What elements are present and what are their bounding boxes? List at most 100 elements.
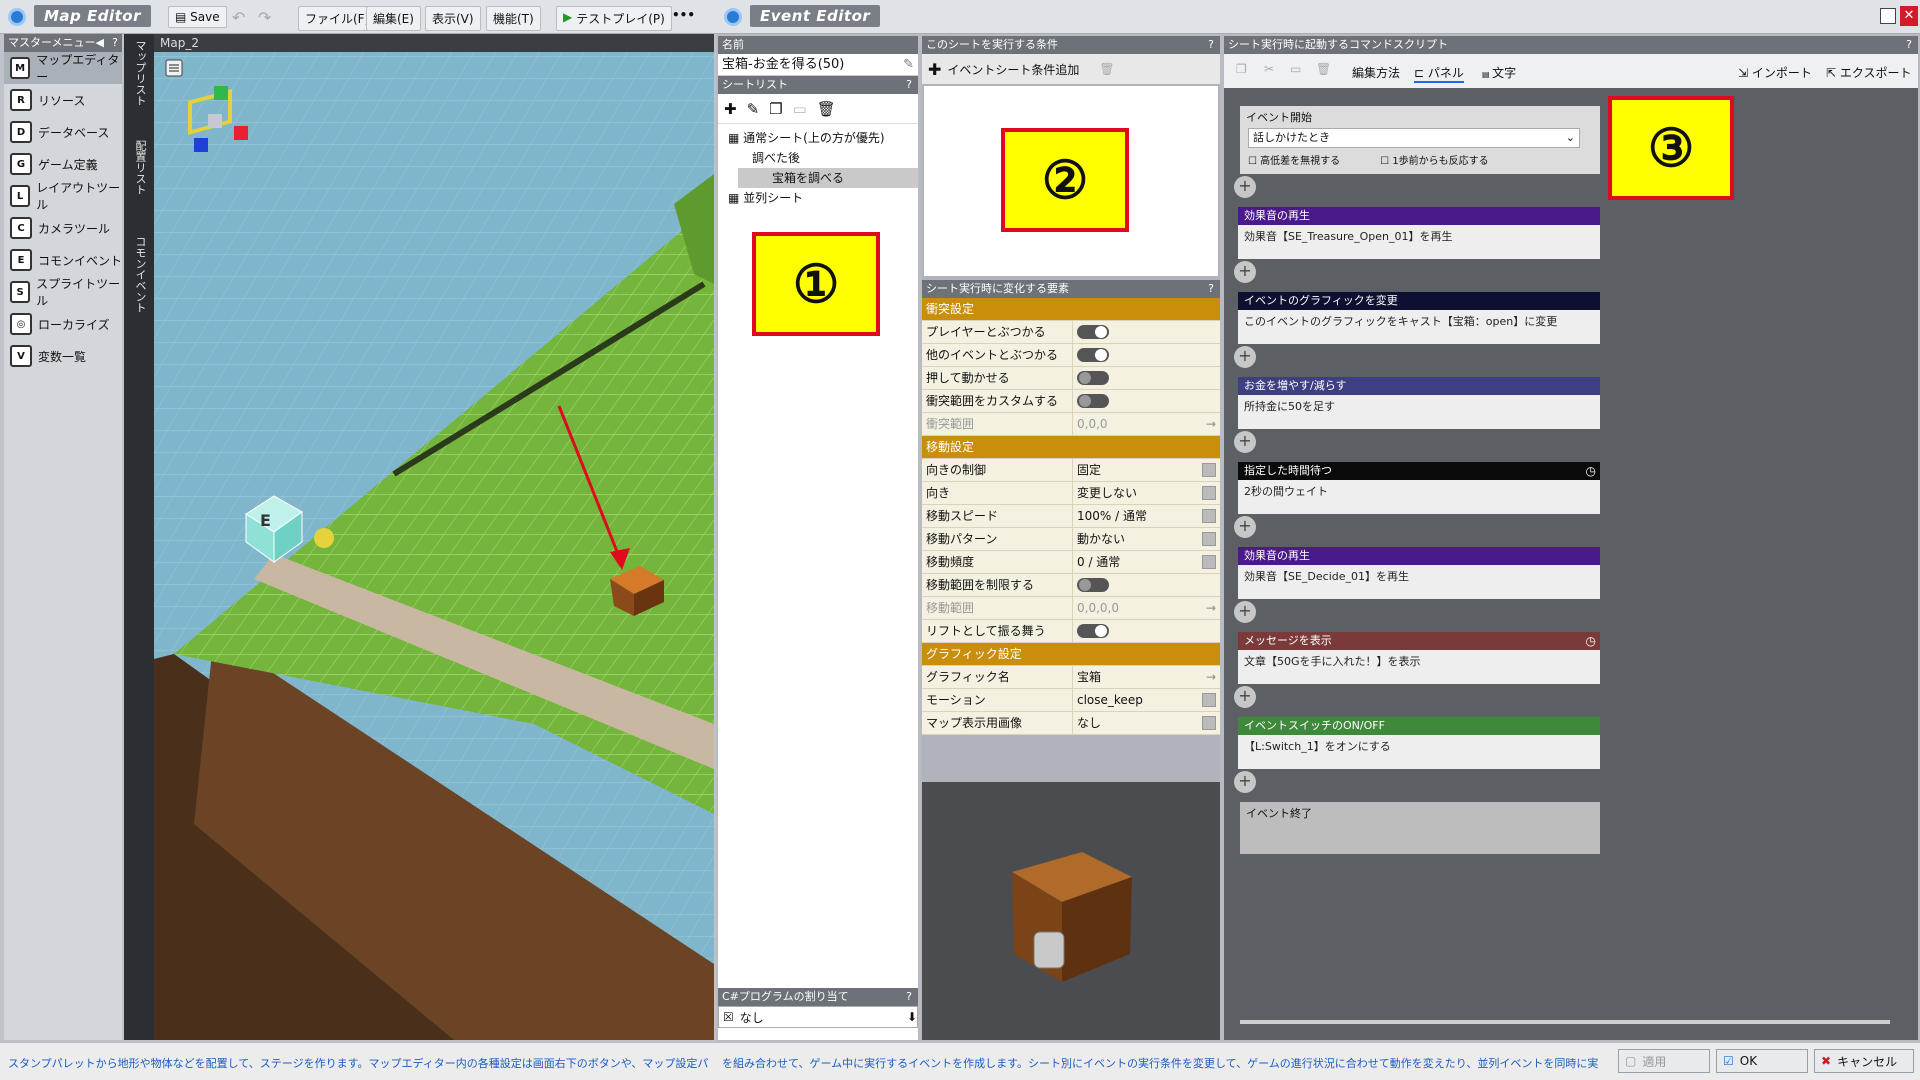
help-icon[interactable]: ? bbox=[906, 988, 912, 1006]
command-block[interactable]: イベントのグラフィックを変更 このイベントのグラフィックをキャスト【宝箱：open… bbox=[1238, 292, 1600, 344]
property-row[interactable]: プレイヤーとぶつかる bbox=[922, 321, 1220, 344]
toggle-switch[interactable] bbox=[1077, 371, 1109, 385]
tab-map-list[interactable]: マップリスト bbox=[124, 34, 156, 134]
redo-icon[interactable]: ↷ bbox=[258, 8, 271, 27]
tab-placement-list[interactable]: 配置リスト bbox=[124, 134, 156, 230]
command-block[interactable]: お金を増やす/減らす 所持金に50を足す bbox=[1238, 377, 1600, 429]
property-value[interactable] bbox=[1073, 321, 1220, 343]
insert-command-button[interactable]: + bbox=[1234, 346, 1256, 368]
paste-icon[interactable]: ▭ bbox=[1290, 62, 1301, 76]
property-row[interactable]: 移動範囲を制限する bbox=[922, 574, 1220, 597]
undo-icon[interactable]: ↶ bbox=[232, 8, 245, 27]
tab-common-event[interactable]: コモンイベント bbox=[124, 230, 156, 340]
command-block[interactable]: 効果音の再生 効果音【SE_Treasure_Open_01】を再生 bbox=[1238, 207, 1600, 259]
property-value[interactable]: 0 / 通常 bbox=[1073, 551, 1220, 573]
insert-command-button[interactable]: + bbox=[1234, 176, 1256, 198]
ok-button[interactable]: ☑ OK bbox=[1716, 1049, 1808, 1073]
property-value[interactable] bbox=[1073, 390, 1220, 412]
copy-icon[interactable]: ❐ bbox=[1236, 62, 1247, 76]
master-menu-item[interactable]: E コモンイベント bbox=[4, 244, 122, 276]
ignore-height-checkbox[interactable]: ☐ 高低差を無視する bbox=[1248, 152, 1340, 167]
property-value[interactable] bbox=[1073, 344, 1220, 366]
one-step-checkbox[interactable]: ☐ 1歩前からも反応する bbox=[1380, 152, 1489, 167]
insert-command-button[interactable]: + bbox=[1234, 516, 1256, 538]
master-menu-item[interactable]: V 変数一覧 bbox=[4, 340, 122, 372]
property-value[interactable]: 動かない bbox=[1073, 528, 1220, 550]
collapse-icon[interactable]: ◀ bbox=[96, 34, 104, 52]
import-button[interactable]: ⇲ インポート bbox=[1738, 64, 1812, 81]
apply-button[interactable]: ▢ 適用 bbox=[1618, 1049, 1710, 1073]
property-value[interactable]: 0,0,0 → bbox=[1073, 413, 1220, 435]
insert-command-button[interactable]: + bbox=[1234, 686, 1256, 708]
property-value[interactable]: close_keep bbox=[1073, 689, 1220, 711]
property-row[interactable]: 移動スピード 100% / 通常 bbox=[922, 505, 1220, 528]
testplay-button[interactable]: ▶ テストプレイ(P) bbox=[556, 6, 672, 31]
menu-view[interactable]: 表示(V) bbox=[425, 6, 481, 31]
add-condition-button[interactable]: ✚ イベントシート条件追加 🗑 bbox=[922, 54, 1220, 84]
property-value[interactable]: 固定 bbox=[1073, 459, 1220, 481]
property-row[interactable]: マップ表示用画像 なし bbox=[922, 712, 1220, 735]
sheet-inspect-chest[interactable]: 宝箱を調べる bbox=[738, 168, 918, 188]
property-row[interactable]: 押して動かせる bbox=[922, 367, 1220, 390]
map-viewport[interactable]: E Map_2 bbox=[154, 34, 714, 1040]
toggle-switch[interactable] bbox=[1077, 348, 1109, 362]
property-row[interactable]: 向きの制御 固定 bbox=[922, 459, 1220, 482]
property-row[interactable]: 衝突範囲 0,0,0 → bbox=[922, 413, 1220, 436]
property-row[interactable]: 移動頻度 0 / 通常 bbox=[922, 551, 1220, 574]
command-block[interactable]: 指定した時間待つ ◷ 2秒の間ウェイト bbox=[1238, 462, 1600, 514]
window-close-button[interactable]: ✕ bbox=[1900, 6, 1918, 26]
master-menu-item[interactable]: S スプライトツール bbox=[4, 276, 122, 308]
property-value[interactable]: 変更しない bbox=[1073, 482, 1220, 504]
property-row[interactable]: 移動範囲 0,0,0,0 → bbox=[922, 597, 1220, 620]
property-value[interactable] bbox=[1073, 367, 1220, 389]
master-menu-item[interactable]: R リソース bbox=[4, 84, 122, 116]
trash-icon[interactable]: 🗑 bbox=[1316, 62, 1331, 76]
insert-command-button[interactable]: + bbox=[1234, 431, 1256, 453]
insert-command-button[interactable]: + bbox=[1234, 601, 1256, 623]
toggle-switch[interactable] bbox=[1077, 578, 1109, 592]
help-icon[interactable]: ? bbox=[906, 76, 912, 94]
menu-edit[interactable]: 編集(E) bbox=[366, 6, 421, 31]
property-row[interactable]: 移動パターン 動かない bbox=[922, 528, 1220, 551]
menu-file[interactable]: ファイル(F) bbox=[298, 6, 377, 31]
cancel-button[interactable]: ✖ キャンセル bbox=[1814, 1049, 1914, 1073]
property-row[interactable]: リフトとして振る舞う bbox=[922, 620, 1220, 643]
master-menu-item[interactable]: D データベース bbox=[4, 116, 122, 148]
property-row[interactable]: 向き 変更しない bbox=[922, 482, 1220, 505]
property-value[interactable]: なし bbox=[1073, 712, 1220, 734]
help-icon[interactable]: ? bbox=[112, 34, 118, 52]
cut-icon[interactable]: ✂ bbox=[1264, 62, 1274, 76]
csharp-select[interactable]: ☒ なし ⬇ bbox=[718, 1006, 918, 1028]
copy-icon[interactable]: ❐ bbox=[769, 100, 782, 118]
property-row[interactable]: 衝突範囲をカスタムする bbox=[922, 390, 1220, 413]
export-button[interactable]: ⇱ エクスポート bbox=[1826, 64, 1912, 81]
master-menu-item[interactable]: L レイアウトツール bbox=[4, 180, 122, 212]
insert-command-button[interactable]: + bbox=[1234, 261, 1256, 283]
property-row[interactable]: 他のイベントとぶつかる bbox=[922, 344, 1220, 367]
property-value[interactable]: 100% / 通常 bbox=[1073, 505, 1220, 527]
edit-icon[interactable]: ✎ bbox=[747, 100, 760, 118]
tab-panel[interactable]: ⊏ パネル bbox=[1414, 64, 1464, 83]
horizontal-scrollbar[interactable] bbox=[1240, 1020, 1890, 1024]
command-block[interactable]: イベントスイッチのON/OFF 【L:Switch_1】をオンにする bbox=[1238, 717, 1600, 769]
event-name-field[interactable]: 宝箱-お金を得る(50) ✎ bbox=[718, 54, 918, 76]
property-value[interactable]: 宝箱 → bbox=[1073, 666, 1220, 688]
toggle-switch[interactable] bbox=[1077, 624, 1109, 638]
toggle-switch[interactable] bbox=[1077, 325, 1109, 339]
help-icon[interactable]: ? bbox=[1208, 280, 1214, 298]
maximize-button[interactable] bbox=[1880, 8, 1896, 24]
trigger-select[interactable]: 話しかけたとき ⌄ bbox=[1248, 128, 1580, 148]
property-row[interactable]: モーション close_keep bbox=[922, 689, 1220, 712]
trash-icon[interactable]: 🗑 bbox=[817, 100, 836, 118]
edit-pencil-icon[interactable]: ✎ bbox=[903, 54, 914, 76]
command-block[interactable]: 効果音の再生 効果音【SE_Decide_01】を再生 bbox=[1238, 547, 1600, 599]
sheet-after-inspect[interactable]: 調べた後 bbox=[718, 148, 918, 168]
save-button[interactable]: ▤ Save bbox=[168, 6, 227, 28]
property-value[interactable]: 0,0,0,0 → bbox=[1073, 597, 1220, 619]
paste-icon[interactable]: ▭ bbox=[793, 100, 807, 118]
master-menu-item[interactable]: ◎ ローカライズ bbox=[4, 308, 122, 340]
master-menu-item[interactable]: G ゲーム定義 bbox=[4, 148, 122, 180]
map-tab[interactable]: Map_2 bbox=[154, 34, 714, 52]
sheet-normal[interactable]: ▦ 通常シート(上の方が優先) bbox=[718, 128, 918, 148]
menu-function[interactable]: 機能(T) bbox=[486, 6, 541, 31]
